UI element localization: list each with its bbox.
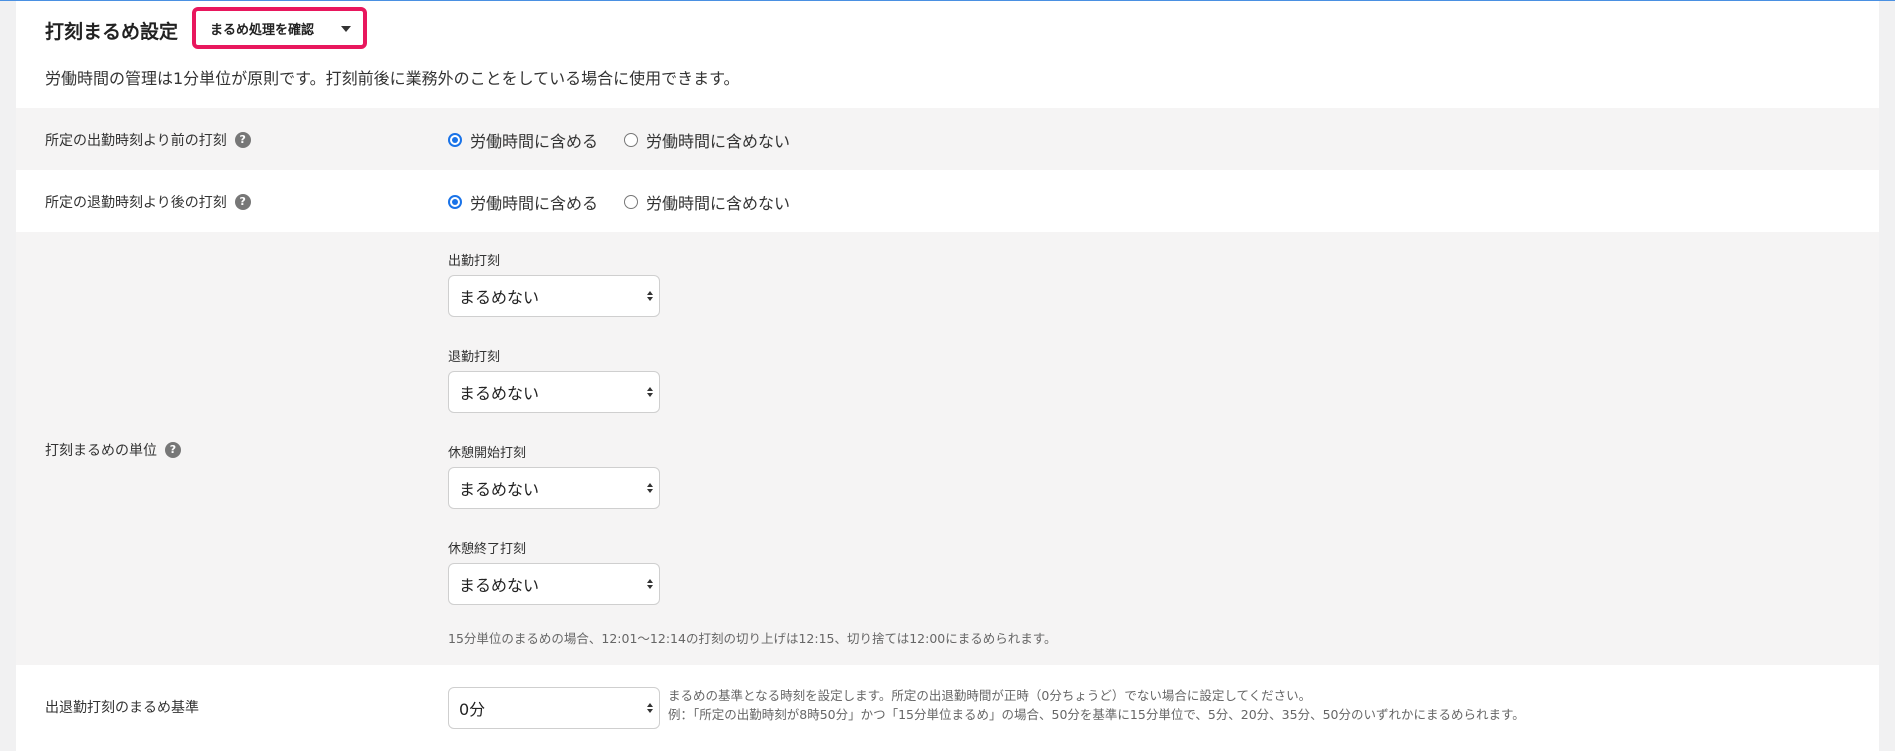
row-rounding-base: 出退勤打刻のまるめ基準 0分 まるめの基準となる時刻を設定します。所定の出退勤時… (16, 665, 1879, 751)
field-label-break-start: 休憩開始打刻 (448, 446, 527, 461)
row-label-rounding-base: 出退勤打刻のまるめ基準 (45, 697, 199, 717)
radio-include-before[interactable]: 労働時間に含める (448, 128, 598, 152)
radio-include-after[interactable]: 労働時間に含める (448, 190, 598, 214)
rounding-base-label: 出退勤打刻のまるめ基準 (45, 700, 199, 716)
page-description: 労働時間の管理は1分単位が原則です。打刻前後に業務外のことをしている場合に使用で… (45, 69, 740, 88)
radio-button[interactable] (624, 133, 639, 147)
row-rounding-unit: 打刻まるめの単位 ? 出勤打刻 まるめない 退勤打刻 まるめない 休憩開始打刻 … (16, 232, 1879, 665)
check-rounding-button-label: まるめ処理を確認 (210, 22, 315, 38)
rounding-base-note: まるめの基準となる時刻を設定します。所定の出退勤時間が正時（0分ちょうど）でない… (668, 686, 1525, 724)
row-label-rounding-unit: 打刻まるめの単位 ? (45, 440, 181, 460)
select-value: まるめない (459, 288, 540, 307)
check-rounding-button[interactable]: まるめ処理を確認 (192, 7, 367, 49)
row-before-start: 所定の出勤時刻より前の打刻 ? 労働時間に含める 労働時間に含めない (16, 108, 1879, 170)
before-start-label: 所定の出勤時刻より前の打刻 (45, 133, 227, 149)
row-after-end: 所定の退勤時刻より後の打刻 ? 労働時間に含める 労働時間に含めない (16, 170, 1879, 232)
select-arrows-icon (647, 483, 653, 493)
rounding-base-note-line1: まるめの基準となる時刻を設定します。所定の出退勤時間が正時（0分ちょうど）でない… (668, 688, 1312, 703)
radio-label: 労働時間に含めない (646, 194, 791, 213)
field-label-clock-out: 退勤打刻 (448, 350, 501, 365)
select-value: まるめない (459, 384, 540, 403)
clock-in-rounding-select[interactable]: まるめない (448, 275, 660, 317)
settings-panel: 打刻まるめ設定 まるめ処理を確認 労働時間の管理は1分単位が原則です。打刻前後に… (16, 1, 1879, 751)
before-start-radio-group: 労働時間に含める 労働時間に含めない (448, 128, 816, 152)
field-label-clock-in: 出勤打刻 (448, 254, 501, 269)
radio-exclude-before[interactable]: 労働時間に含めない (624, 128, 790, 152)
radio-label: 労働時間に含める (470, 194, 599, 213)
radio-label: 労働時間に含めない (646, 132, 791, 151)
break-start-rounding-select[interactable]: まるめない (448, 467, 660, 509)
after-end-radio-group: 労働時間に含める 労働時間に含めない (448, 190, 816, 214)
radio-label: 労働時間に含める (470, 132, 599, 151)
select-arrows-icon (647, 579, 653, 589)
select-value: 0分 (459, 700, 486, 719)
radio-button-checked[interactable] (448, 195, 462, 209)
radio-button[interactable] (624, 195, 639, 209)
select-value: まるめない (459, 480, 540, 499)
break-end-rounding-select[interactable]: まるめない (448, 563, 660, 605)
after-end-label: 所定の退勤時刻より後の打刻 (45, 195, 227, 211)
select-arrows-icon (647, 703, 653, 713)
rounding-unit-label: 打刻まるめの単位 (45, 443, 157, 459)
caret-down-icon (341, 26, 351, 32)
select-value: まるめない (459, 576, 540, 595)
row-label-after-end: 所定の退勤時刻より後の打刻 ? (45, 192, 251, 212)
radio-button-checked[interactable] (448, 133, 462, 147)
select-arrows-icon (647, 291, 653, 301)
rounding-base-note-line2: 例：「所定の出勤時刻が8時50分」かつ「15分単位まるめ」の場合、50分を基準に… (668, 707, 1525, 722)
help-icon[interactable]: ? (234, 132, 251, 148)
select-arrows-icon (647, 387, 653, 397)
radio-exclude-after[interactable]: 労働時間に含めない (624, 190, 790, 214)
help-icon[interactable]: ? (234, 194, 251, 210)
rounding-base-select[interactable]: 0分 (448, 687, 660, 729)
field-label-break-end: 休憩終了打刻 (448, 542, 527, 557)
rounding-unit-note: 15分単位のまるめの場合、12:01～12:14の打刻の切り上げは12:15、切… (448, 631, 1057, 646)
row-label-before-start: 所定の出勤時刻より前の打刻 ? (45, 130, 251, 150)
help-icon[interactable]: ? (165, 442, 181, 458)
clock-out-rounding-select[interactable]: まるめない (448, 371, 660, 413)
page-title: 打刻まるめ設定 (45, 21, 179, 43)
panel-header: 打刻まるめ設定 まるめ処理を確認 労働時間の管理は1分単位が原則です。打刻前後に… (16, 1, 1879, 105)
